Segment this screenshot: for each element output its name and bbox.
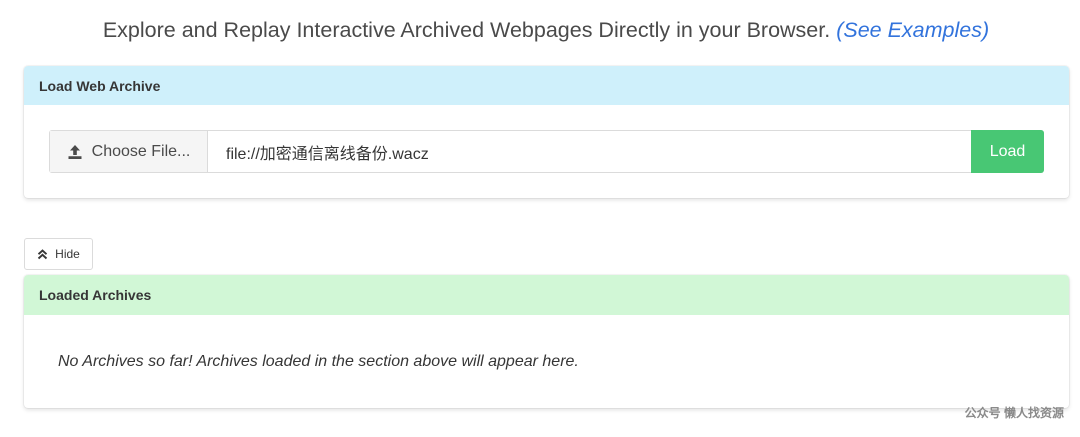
file-input-row: Choose File... Load — [49, 130, 1044, 173]
load-web-archive-header: Load Web Archive — [24, 66, 1069, 105]
see-examples-link[interactable]: (See Examples) — [836, 18, 989, 42]
hide-label: Hide — [55, 247, 80, 261]
choose-file-label: Choose File... — [91, 142, 191, 160]
watermark: 公众号 懒人找资源 — [964, 406, 1064, 420]
double-chevron-up-icon — [37, 248, 48, 260]
archive-url-input[interactable] — [208, 131, 971, 172]
load-button[interactable]: Load — [971, 130, 1044, 173]
page: Explore and Replay Interactive Archived … — [0, 0, 1080, 437]
loaded-archives-header: Loaded Archives — [24, 275, 1069, 315]
load-web-archive-body: Choose File... Load — [24, 105, 1069, 198]
intro-line: Explore and Replay Interactive Archived … — [0, 18, 1080, 43]
load-web-archive-panel: Load Web Archive Choose File... Load — [24, 66, 1069, 198]
upload-icon — [67, 144, 83, 160]
choose-file-button[interactable]: Choose File... — [50, 131, 208, 172]
loaded-archives-panel: Loaded Archives No Archives so far! Arch… — [24, 275, 1069, 408]
no-archives-message: No Archives so far! Archives loaded in t… — [58, 352, 579, 370]
hide-button[interactable]: Hide — [24, 238, 93, 270]
intro-text: Explore and Replay Interactive Archived … — [102, 18, 831, 42]
